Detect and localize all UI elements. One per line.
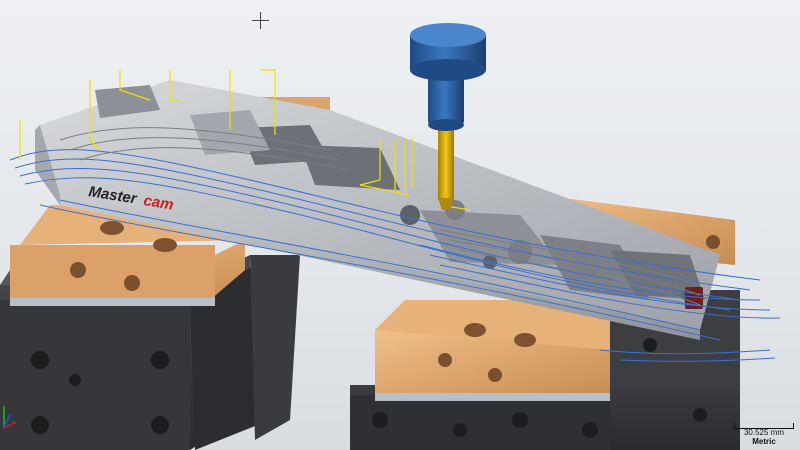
axis-indicator-icon [3, 406, 17, 429]
view-scale-indicator: 30.525 mm Metric [734, 420, 794, 446]
scale-value: 30.525 mm [743, 428, 785, 437]
scale-unit: Metric [752, 437, 776, 446]
graphics-viewport[interactable]: Master cam 30.525 mm Metric [0, 0, 800, 450]
crosshair-icon [252, 12, 269, 29]
right-vise-jaw [375, 300, 610, 401]
machining-scene: Master cam [0, 23, 781, 450]
